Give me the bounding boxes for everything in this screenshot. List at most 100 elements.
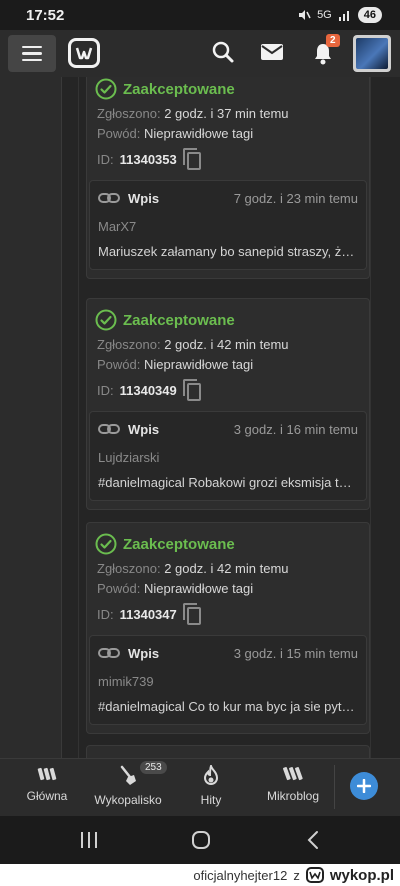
entry-type-label: Wpis [128,645,160,661]
entry-text: Mariuszek załamany bo sanepid straszy, ż… [98,244,366,259]
hamburger-line [22,58,42,62]
report-card-partial [86,745,370,758]
check-circle-icon [95,533,117,555]
avatar-image [356,38,388,69]
back-icon[interactable] [306,830,320,850]
add-post-button[interactable] [350,772,378,800]
hamburger-line [22,45,42,49]
link-icon [98,424,120,434]
id-value: 11340353 [119,151,177,167]
status-icons: 5G 46 [297,7,382,23]
copy-icon[interactable] [182,148,203,170]
entry-type-label: Wpis [128,421,160,437]
home-icon[interactable] [191,830,211,850]
reported-label: Zgłoszono: [97,337,161,352]
watermark: oficjalnyhejter12 z wykop.pl [0,864,400,886]
entry-header: Wpis 7 godz. i 23 min temu [90,181,366,215]
plus-icon [357,779,371,793]
id-value: 11340349 [119,382,177,398]
recent-apps-icon[interactable] [80,832,98,848]
entry-header: Wpis 3 godz. i 16 min temu [90,412,366,446]
entry-time: 7 godz. i 23 min temu [233,190,358,206]
entry-time: 3 godz. i 15 min temu [233,645,358,661]
report-status: Zaakceptowane [87,523,369,559]
nav-label: Mikroblog [266,789,320,803]
left-rail [0,77,62,758]
report-card: Zaakceptowane Zgłoszono: 2 godz. i 42 mi… [86,298,370,510]
wykop-logo[interactable] [68,38,100,68]
mail-icon[interactable] [260,42,284,62]
menu-button[interactable] [8,35,56,72]
reason-value: Nieprawidłowe tagi [144,126,254,141]
network-label: 5G [317,9,332,21]
copy-icon[interactable] [182,379,203,401]
fab-divider [334,765,335,809]
reason-value: Nieprawidłowe tagi [144,581,254,596]
thread-line [78,77,79,758]
entry-text: #danielmagical Robakowi grozi eksmisja t… [98,475,364,490]
entry-author[interactable]: Lujdziarski [90,446,366,470]
reported-entry[interactable]: Wpis 7 godz. i 23 min temu MarX7 Mariusz… [89,180,367,270]
nav-mikroblog[interactable]: Mikroblog [253,765,333,803]
status-label: Zaakceptowane [123,535,235,553]
entry-time: 3 godz. i 16 min temu [233,421,358,437]
report-reason: Powód: Nieprawidłowe tagi [87,355,369,375]
report-id: ID: 11340349 [87,375,369,405]
battery-indicator: 46 [357,7,382,23]
search-icon[interactable] [211,40,235,64]
reported-time: Zgłoszono: 2 godz. i 42 min temu [87,335,369,355]
report-reason: Powód: Nieprawidłowe tagi [87,579,369,599]
copy-icon[interactable] [182,603,203,625]
system-status-bar: 17:52 5G 46 [0,0,400,30]
hamburger-line [22,52,42,55]
watermark-site: wykop.pl [329,866,394,884]
report-id: ID: 11340353 [87,144,369,174]
report-card: Zaakceptowane Zgłoszono: 2 godz. i 42 mi… [86,522,370,734]
entry-type: Wpis [98,646,159,661]
home-w-icon [37,767,57,781]
wykop-logo-icon [75,47,93,60]
reported-entry[interactable]: Wpis 3 godz. i 15 min temu mimik739 #dan… [89,635,367,725]
user-avatar[interactable] [353,35,391,72]
nav-hity[interactable]: Hity [171,765,251,807]
report-status: Zaakceptowane [87,299,369,335]
mikroblog-icon [283,767,303,781]
entry-header: Wpis 3 godz. i 15 min temu [90,636,366,670]
nav-label: Główna [26,789,68,803]
status-label: Zaakceptowane [123,80,235,98]
flame-icon [203,765,219,785]
id-value: 11340347 [119,606,177,622]
reported-entry[interactable]: Wpis 3 godz. i 16 min temu Lujdziarski #… [89,411,367,501]
nav-glowna[interactable]: Główna [7,765,87,803]
reported-label: Zgłoszono: [97,106,161,121]
report-reason: Powód: Nieprawidłowe tagi [87,124,369,144]
entry-author[interactable]: mimik739 [90,670,366,694]
reported-time: Zgłoszono: 2 godz. i 37 min temu [87,104,369,124]
entry-text: #danielmagical Co to kur ma byc ja sie p… [98,699,360,714]
reason-value: Nieprawidłowe tagi [144,357,254,372]
reason-label: Powód: [97,126,141,141]
entry-type: Wpis [98,422,159,437]
system-navigation-bar [0,816,400,864]
reports-list[interactable]: Zaakceptowane Zgłoszono: 2 godz. i 37 mi… [0,77,400,758]
reported-time: Zgłoszono: 2 godz. i 42 min temu [87,559,369,579]
id-label: ID: [97,606,114,622]
status-label: Zaakceptowane [123,311,235,329]
reported-label: Zgłoszono: [97,561,161,576]
signal-icon [338,11,349,21]
check-circle-icon [95,78,117,100]
wykop-watermark-logo-icon [305,867,324,883]
report-status: Zaakceptowane [87,77,369,104]
entry-type: Wpis [98,191,159,206]
entry-author[interactable]: MarX7 [90,215,366,239]
reason-label: Powód: [97,357,141,372]
shovel-icon [120,765,136,785]
mute-icon [299,10,311,20]
top-navigation: 2 [0,30,400,77]
entry-type-label: Wpis [128,190,160,206]
notifications-badge: 2 [326,34,340,47]
nav-label: Wykopalisko [94,793,162,807]
reported-value: 2 godz. i 37 min temu [164,106,289,121]
check-circle-icon [95,309,117,331]
report-card: Zaakceptowane Zgłoszono: 2 godz. i 37 mi… [86,77,370,279]
